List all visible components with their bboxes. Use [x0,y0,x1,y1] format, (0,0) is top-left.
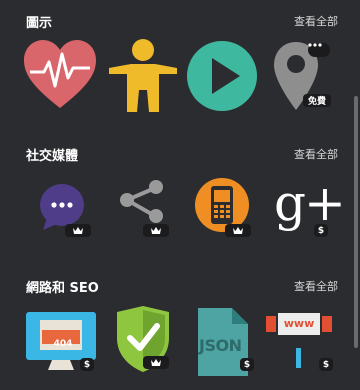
map-pin-icon-tile[interactable]: 免費 [268,38,344,114]
section-header-icons: 圖示 查看全部 [0,12,345,32]
website-icon-tile[interactable]: www $ [266,306,342,382]
chat-bubble-icon [40,184,84,230]
shield-check-icon [117,306,169,372]
heart-icon-tile[interactable] [22,38,98,114]
premium-crown-icon [143,224,169,237]
more-options-icon[interactable] [308,43,330,57]
section-title: 網路和 SEO [26,281,99,296]
section-header-social: 社交媒體 查看全部 [0,145,345,165]
mobile-phone-icon [195,178,249,232]
person-icon [109,39,177,112]
security-shield-icon-tile[interactable] [113,306,189,382]
paid-badge: $ [314,224,328,237]
section-title: 圖示 [26,16,53,31]
section-title: 社交媒體 [26,149,79,164]
chat-icon-tile[interactable] [35,178,111,254]
share-icon-tile[interactable] [115,178,191,254]
see-all-link[interactable]: 查看全部 [294,278,338,294]
person-icon-tile[interactable] [105,38,181,114]
google-plus-icon-tile[interactable]: g+ $ [272,174,348,254]
json-file-icon-tile[interactable]: JSON $ [196,306,272,382]
paid-badge: $ [319,358,333,371]
heart-pulse-icon [24,40,96,108]
scrollbar[interactable] [354,96,358,348]
error-code-text: 404 [53,339,73,349]
error-404-icon-tile[interactable]: 404 $ [24,306,100,382]
play-icon-tile[interactable] [186,38,262,114]
see-all-link[interactable]: 查看全部 [294,13,338,29]
premium-crown-icon [143,356,169,369]
google-plus-icon: g+ [274,174,346,232]
json-label: JSON [199,336,242,355]
share-icon [120,180,163,223]
free-badge: 免費 [303,94,331,107]
mobile-phone-icon-tile[interactable] [195,178,271,254]
see-all-link[interactable]: 查看全部 [294,146,338,162]
paid-badge: $ [240,358,254,371]
play-icon [187,41,257,111]
paid-badge: $ [80,358,94,371]
www-label: www [283,317,315,330]
premium-crown-icon [65,224,91,237]
section-header-web-seo: 網路和 SEO 查看全部 [0,277,345,297]
premium-crown-icon [225,224,251,237]
